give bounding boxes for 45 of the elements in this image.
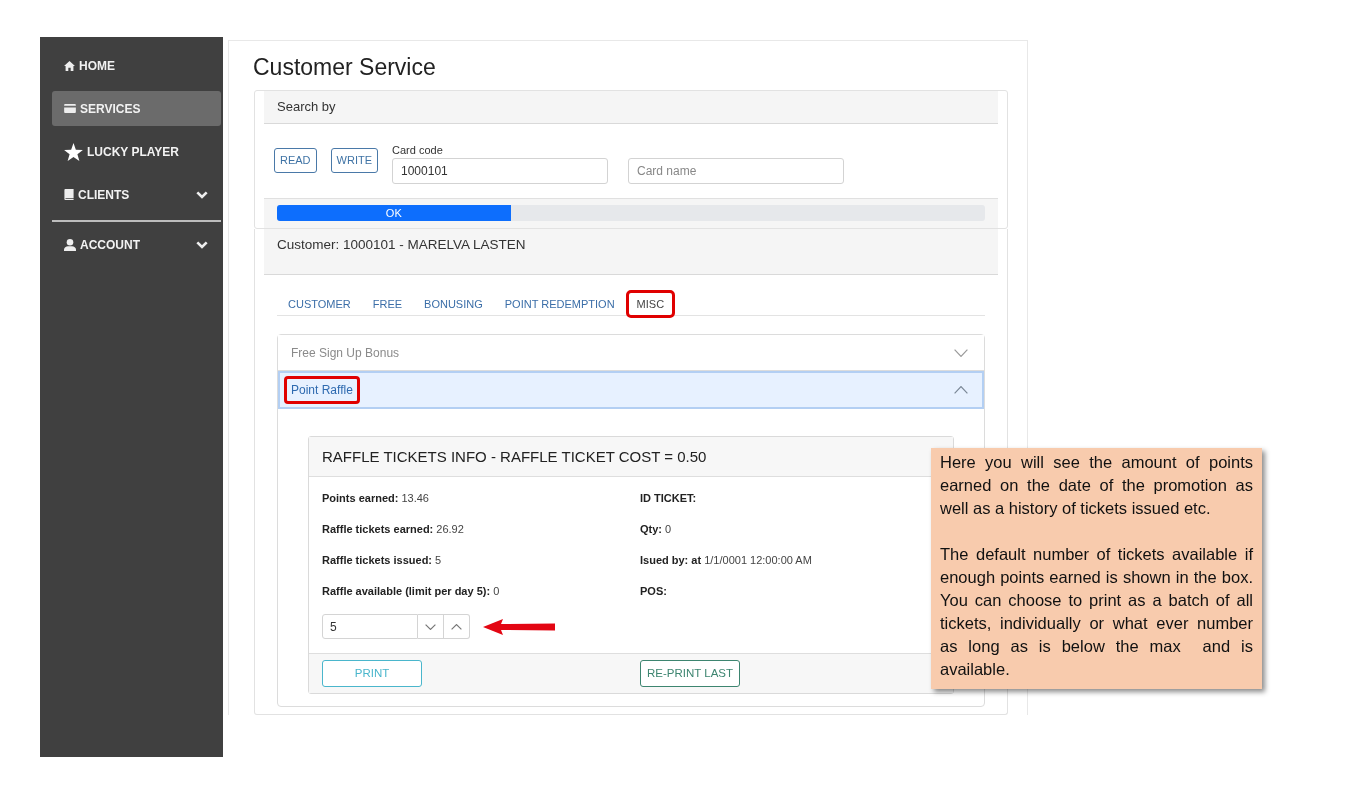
callout-text: Here you will see the amount of points earned on the date of the promotion as well as a history of tickets issued etc.: [940, 452, 1253, 519]
tab[interactable]: POINT REDEMPTION: [493, 290, 626, 318]
progress-bar: OK: [277, 205, 511, 221]
outline-button[interactable]: WRITE: [330, 148, 378, 173]
input-field[interactable]: 1000101: [392, 158, 608, 184]
chevron-up-icon: [451, 623, 462, 630]
user-icon: [64, 238, 76, 251]
highlight-frame: Point Raffle: [284, 376, 360, 404]
info-line: Qty: 0: [640, 522, 673, 537]
info-line: Raffle tickets issued: 5: [322, 553, 443, 568]
outline-button[interactable]: READ: [274, 148, 317, 173]
field-label: Card code: [392, 143, 444, 157]
home-icon: [64, 60, 75, 71]
info-line: Raffle available (limit per day 5): 0: [322, 584, 501, 599]
info-line: Raffle tickets earned: 26.92: [322, 522, 465, 537]
card-icon: [64, 104, 76, 113]
nav-item[interactable]: HOME: [52, 48, 221, 83]
tab[interactable]: MISC: [625, 290, 676, 318]
info-line: ID TICKET:: [640, 491, 698, 506]
tab[interactable]: FREE: [361, 290, 414, 318]
number-input[interactable]: 5: [322, 614, 418, 639]
info-line: Points earned: 13.46: [322, 491, 430, 506]
info-line: POS:: [640, 584, 668, 599]
tab[interactable]: CUSTOMER: [277, 290, 362, 318]
accordion-header[interactable]: Point Raffle: [278, 371, 984, 409]
chevron-down-icon: [425, 623, 436, 630]
nav-item[interactable]: CLIENTS: [52, 177, 221, 212]
chevron-up-icon: [954, 386, 968, 394]
nav-item[interactable]: ACCOUNT: [52, 227, 221, 262]
tab[interactable]: BONUSING: [413, 290, 494, 318]
info-line: Isued by: at 1/1/0001 12:00:00 AM: [640, 553, 813, 568]
input-field[interactable]: Card name: [628, 158, 844, 184]
nav-item[interactable]: SERVICES: [52, 91, 221, 126]
panel-header: Search by: [264, 91, 998, 124]
spin-button[interactable]: [444, 614, 470, 639]
customer-header: Customer: 1000101 - MARELVA LASTEN: [264, 229, 998, 275]
page-title: Customer Service: [253, 54, 437, 80]
callout-text: The default number of tickets available if enough points earned is shown in the box. You can choose to print as a batch of all tickets, individually or what ever number as long as is below the max and is available.: [940, 544, 1253, 680]
chevron-down-icon: [954, 348, 968, 357]
left-arrow-icon: [483, 618, 555, 635]
book-icon: [64, 189, 74, 200]
nav-item[interactable]: LUCKY PLAYER: [52, 134, 221, 169]
outline-button[interactable]: RE-PRINT LAST: [640, 660, 740, 687]
spin-button[interactable]: [418, 614, 444, 639]
star-icon: [64, 142, 83, 161]
